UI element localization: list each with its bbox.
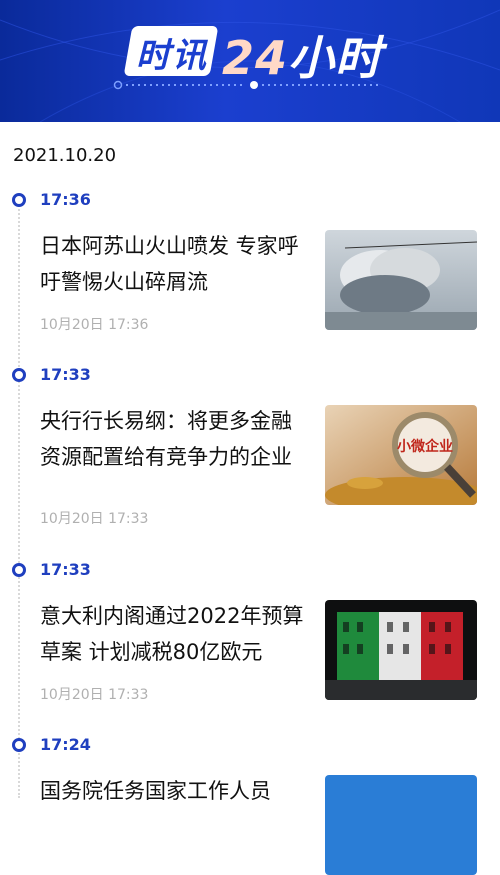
logo-title-part2: 24小时 bbox=[222, 22, 382, 88]
news-time: 17:24 bbox=[40, 735, 91, 754]
timeline-dot-icon bbox=[12, 193, 26, 207]
dotted-divider-icon bbox=[113, 80, 380, 90]
news-meta: 10月20日 17:33 bbox=[40, 687, 149, 703]
italy-flag-building-image[interactable] bbox=[325, 600, 477, 700]
logo-number: 24 bbox=[222, 31, 289, 85]
news-headline[interactable]: 日本阿苏山火山喷发 专家呼吁警惕火山碎屑流 bbox=[40, 228, 310, 300]
image-caption: 小微企业 bbox=[397, 438, 453, 455]
news-headline[interactable]: 国务院任务国家工作人员 bbox=[40, 773, 310, 809]
logo-title-suffix: 小时 bbox=[288, 31, 383, 85]
header-banner: 时讯 24小时 bbox=[0, 0, 500, 122]
news-time: 17:33 bbox=[40, 365, 91, 384]
timeline-dot-icon bbox=[12, 738, 26, 752]
news-meta: 10月20日 17:36 bbox=[40, 317, 149, 333]
volcano-eruption-image[interactable] bbox=[325, 230, 477, 330]
date-heading: 2021.10.20 bbox=[13, 145, 117, 166]
timeline-dot-icon bbox=[12, 563, 26, 577]
news-time: 17:33 bbox=[40, 560, 91, 579]
news-headline[interactable]: 央行行长易纲：将更多金融资源配置给有竞争力的企业 bbox=[40, 403, 310, 475]
partial-blue-image[interactable] bbox=[325, 775, 477, 875]
news-time: 17:36 bbox=[40, 190, 91, 209]
magnifier-coins-image[interactable]: 小微企业 bbox=[325, 405, 477, 505]
logo-title-part1: 时讯 bbox=[136, 36, 208, 76]
timeline-dot-icon bbox=[12, 368, 26, 382]
timeline-line bbox=[18, 198, 20, 798]
news-meta: 10月20日 17:33 bbox=[40, 511, 149, 527]
news-headline[interactable]: 意大利内阁通过2022年预算草案 计划减税80亿欧元 bbox=[40, 598, 310, 670]
